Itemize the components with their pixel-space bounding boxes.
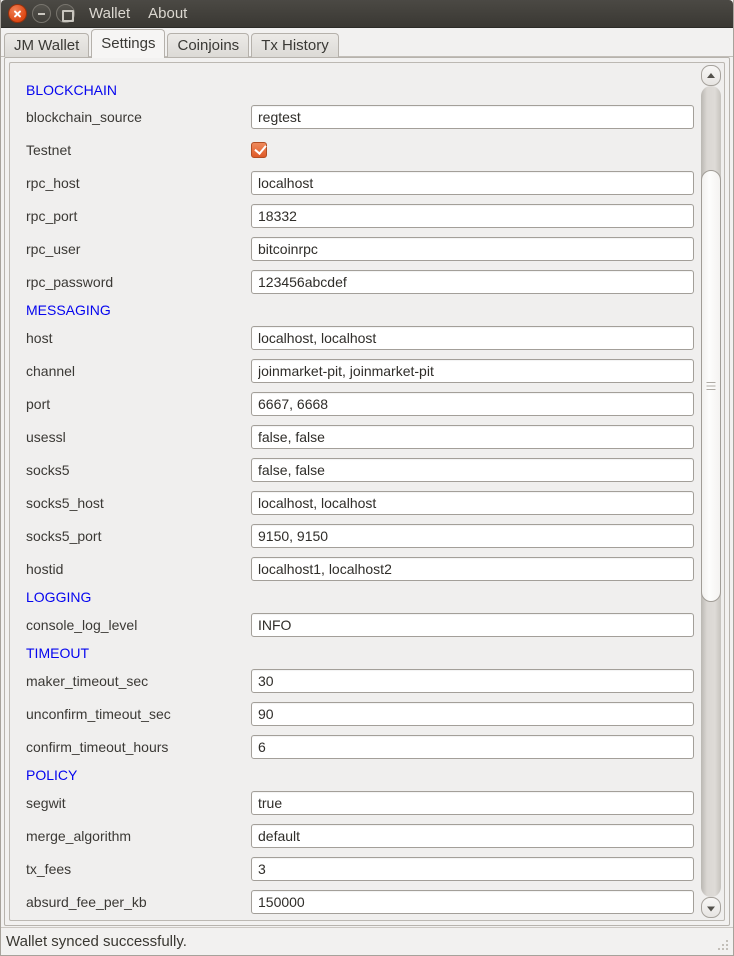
field-input-unconfirm_timeout_sec[interactable] — [251, 702, 694, 726]
scroll-down-icon[interactable] — [701, 897, 721, 918]
status-message: Wallet synced successfully. — [6, 933, 187, 950]
testnet-checkbox[interactable] — [251, 142, 267, 158]
field-input-rpc_user[interactable] — [251, 237, 694, 261]
field-label: rpc_password — [26, 274, 251, 290]
scrollbar-thumb[interactable] — [701, 170, 721, 602]
field-label: port — [26, 396, 251, 412]
field-row-confirm_timeout_hours: confirm_timeout_hours — [26, 730, 694, 763]
field-label: merge_algorithm — [26, 828, 251, 844]
field-input-hostid[interactable] — [251, 557, 694, 581]
field-row-console_log_level: console_log_level — [26, 608, 694, 641]
menu-about[interactable]: About — [139, 0, 196, 28]
field-row-rpc_user: rpc_user — [26, 232, 694, 265]
maximize-icon[interactable] — [56, 4, 75, 23]
menu-wallet[interactable]: Wallet — [80, 0, 139, 28]
resize-grip-icon[interactable] — [715, 937, 729, 951]
field-row-absurd_fee_per_kb: absurd_fee_per_kb — [26, 885, 694, 918]
field-row-usessl: usessl — [26, 420, 694, 453]
field-label: rpc_host — [26, 175, 251, 191]
field-row-socks5: socks5 — [26, 453, 694, 486]
field-input-usessl[interactable] — [251, 425, 694, 449]
field-label: segwit — [26, 795, 251, 811]
wallet-window: { "window": { "titlebar": { "window_cont… — [0, 0, 734, 956]
tab-bar: JM Wallet Settings Coinjoins Tx History — [1, 28, 733, 57]
field-row-blockchain_source: blockchain_source — [26, 100, 694, 133]
vertical-scrollbar[interactable] — [700, 65, 722, 918]
field-input-rpc_password[interactable] — [251, 270, 694, 294]
field-row-channel: channel — [26, 354, 694, 387]
field-row-unconfirm_timeout_sec: unconfirm_timeout_sec — [26, 697, 694, 730]
field-input-absurd_fee_per_kb[interactable] — [251, 890, 694, 914]
field-row-socks5_port: socks5_port — [26, 519, 694, 552]
field-row-rpc_host: rpc_host — [26, 166, 694, 199]
field-input-port[interactable] — [251, 392, 694, 416]
field-input-socks5_host[interactable] — [251, 491, 694, 515]
field-input-tx_fees[interactable] — [251, 857, 694, 881]
section-header-blockchain: BLOCKCHAIN — [26, 63, 694, 100]
field-input-host[interactable] — [251, 326, 694, 350]
titlebar: Wallet About — [1, 0, 733, 28]
field-label: maker_timeout_sec — [26, 673, 251, 689]
field-label: channel — [26, 363, 251, 379]
tab-tx-history[interactable]: Tx History — [251, 33, 339, 57]
field-input-socks5[interactable] — [251, 458, 694, 482]
field-label: console_log_level — [26, 617, 251, 633]
tab-coinjoins[interactable]: Coinjoins — [167, 33, 249, 57]
scrollbar-track[interactable] — [701, 86, 721, 897]
field-row-hostid: hostid — [26, 552, 694, 585]
section-header-policy: POLICY — [26, 763, 694, 786]
field-label: hostid — [26, 561, 251, 577]
field-row-tx_fees: tx_fees — [26, 852, 694, 885]
settings-form: BLOCKCHAIN blockchain_source Testnet rpc_ho… — [10, 63, 694, 920]
field-input-rpc_host[interactable] — [251, 171, 694, 195]
field-row-port: port — [26, 387, 694, 420]
field-label: socks5_port — [26, 528, 251, 544]
field-label: socks5_host — [26, 495, 251, 511]
field-row-clipped — [26, 918, 694, 920]
field-input-rpc_port[interactable] — [251, 204, 694, 228]
field-input-socks5_port[interactable] — [251, 524, 694, 548]
field-input-blockchain_source[interactable] — [251, 105, 694, 129]
field-label: tx_fees — [26, 861, 251, 877]
field-label: Testnet — [26, 142, 251, 158]
field-label: socks5 — [26, 462, 251, 478]
field-row-host: host — [26, 321, 694, 354]
field-label: usessl — [26, 429, 251, 445]
field-input-channel[interactable] — [251, 359, 694, 383]
section-header-logging: LOGGING — [26, 585, 694, 608]
field-label: rpc_port — [26, 208, 251, 224]
field-label: unconfirm_timeout_sec — [26, 706, 251, 722]
field-input-segwit[interactable] — [251, 791, 694, 815]
field-row-rpc_port: rpc_port — [26, 199, 694, 232]
field-row-rpc_password: rpc_password — [26, 265, 694, 298]
field-label: confirm_timeout_hours — [26, 739, 251, 755]
field-row-testnet: Testnet — [26, 133, 694, 166]
settings-scroll-area: BLOCKCHAIN blockchain_source Testnet rpc_ho… — [9, 62, 725, 921]
tab-jm-wallet[interactable]: JM Wallet — [4, 33, 89, 57]
field-row-merge_algorithm: merge_algorithm — [26, 819, 694, 852]
field-label: host — [26, 330, 251, 346]
field-row-maker_timeout_sec: maker_timeout_sec — [26, 664, 694, 697]
section-header-messaging: MESSAGING — [26, 298, 694, 321]
close-icon[interactable] — [8, 4, 27, 23]
section-header-timeout: TIMEOUT — [26, 641, 694, 664]
field-label: blockchain_source — [26, 109, 251, 125]
minimize-icon[interactable] — [32, 4, 51, 23]
field-row-segwit: segwit — [26, 786, 694, 819]
field-input-maker_timeout_sec[interactable] — [251, 669, 694, 693]
field-label: rpc_user — [26, 241, 251, 257]
tab-settings[interactable]: Settings — [91, 29, 165, 58]
settings-pane: BLOCKCHAIN blockchain_source Testnet rpc_ho… — [4, 57, 730, 926]
status-bar: Wallet synced successfully. — [1, 927, 733, 955]
scrollbar-grip-icon — [707, 382, 716, 390]
field-input-confirm_timeout_hours[interactable] — [251, 735, 694, 759]
field-input-merge_algorithm[interactable] — [251, 824, 694, 848]
field-label: absurd_fee_per_kb — [26, 894, 251, 910]
field-input-console_log_level[interactable] — [251, 613, 694, 637]
field-row-socks5_host: socks5_host — [26, 486, 694, 519]
scroll-up-icon[interactable] — [701, 65, 721, 86]
